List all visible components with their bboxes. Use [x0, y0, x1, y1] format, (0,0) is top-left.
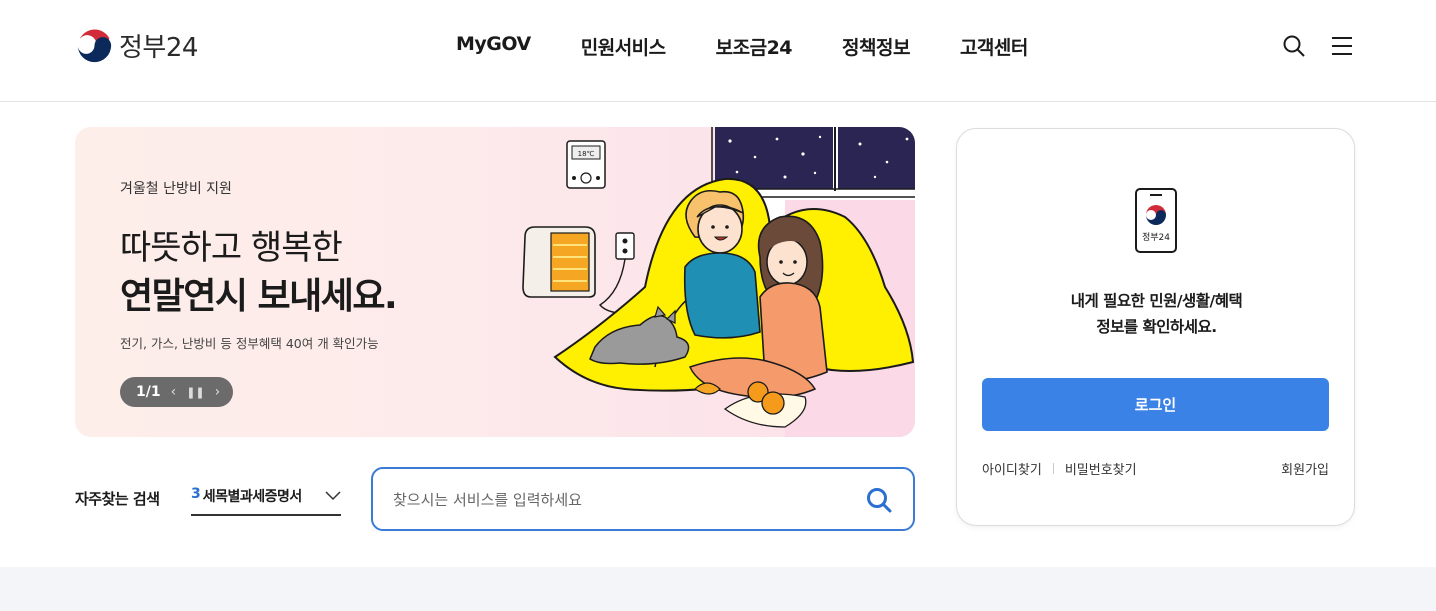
banner-pagination: 1/1: [136, 384, 161, 400]
frequent-keyword-dropdown[interactable]: 3 세목별과세증명서: [191, 478, 341, 516]
main-banner[interactable]: 겨울철 난방비 지원 따뜻하고 행복한 연말연시 보내세요. 전기, 가스, 난…: [75, 127, 915, 437]
link-divider: [1052, 463, 1054, 474]
nav-item-civil-services[interactable]: 민원서비스: [581, 33, 666, 60]
header-utilities: [1282, 34, 1354, 58]
mobile-app-icon: 정부24: [1135, 188, 1177, 253]
banner-prev-icon[interactable]: ‹: [171, 384, 177, 400]
frequent-services-section: [0, 567, 1436, 611]
nav-item-policy-info[interactable]: 정책정보: [842, 33, 910, 60]
app-label: 정부24: [1142, 232, 1170, 243]
main-nav: MyGOV 민원서비스 보조금24 정책정보 고객센터: [456, 33, 1028, 60]
search-icon[interactable]: [1282, 34, 1306, 58]
find-id-link[interactable]: 아이디찾기: [982, 459, 1042, 478]
find-password-link[interactable]: 비밀번호찾기: [1065, 459, 1137, 478]
site-header: 정부24 MyGOV 민원서비스 보조금24 정책정보 고객센터: [0, 0, 1436, 102]
site-logo[interactable]: 정부24: [76, 27, 198, 64]
keyword-rank: 3: [191, 486, 201, 502]
login-card: 정부24 내게 필요한 민원/생활/혜택 정보를 확인하세요. 로그인 아이디찾…: [956, 128, 1355, 526]
banner-next-icon[interactable]: ›: [215, 384, 221, 400]
logo-text: 정부24: [119, 33, 198, 63]
chevron-down-icon: [325, 491, 341, 501]
login-button[interactable]: 로그인: [982, 378, 1329, 431]
login-message: 내게 필요한 민원/생활/혜택 정보를 확인하세요.: [957, 288, 1356, 340]
taegeuk-logo-icon: [77, 28, 112, 63]
banner-title-line2: 연말연시 보내세요.: [120, 276, 398, 317]
search-submit-icon[interactable]: [865, 486, 893, 514]
nav-item-customer-center[interactable]: 고객센터: [960, 33, 1028, 60]
nav-item-subsidy24[interactable]: 보조금24: [716, 33, 793, 60]
hamburger-menu-icon[interactable]: [1330, 34, 1354, 58]
thermostat-display: 18℃: [578, 150, 595, 158]
banner-title-line1: 따뜻하고 행복한: [120, 228, 343, 268]
banner-eyebrow: 겨울철 난방비 지원: [120, 181, 232, 197]
login-message-line1: 내게 필요한 민원/생활/혜택: [1070, 292, 1243, 310]
keyword-text: 세목별과세증명서: [202, 489, 303, 505]
login-links: 아이디찾기 비밀번호찾기 회원가입: [982, 459, 1329, 478]
banner-description: 전기, 가스, 난방비 등 정부혜택 40여 개 확인가능: [120, 336, 379, 351]
service-search-input[interactable]: [393, 487, 843, 513]
banner-illustration: 18℃: [522, 127, 915, 437]
service-search-box: [371, 467, 915, 531]
nav-item-mygov[interactable]: MyGOV: [456, 33, 531, 60]
banner-controls: 1/1 ‹ ❚❚ ›: [120, 377, 233, 407]
frequent-search-label: 자주찾는 검색: [75, 490, 160, 508]
login-message-line2: 정보를 확인하세요.: [1096, 318, 1217, 336]
banner-pause-icon[interactable]: ❚❚: [186, 386, 204, 399]
signup-link[interactable]: 회원가입: [1281, 459, 1329, 478]
